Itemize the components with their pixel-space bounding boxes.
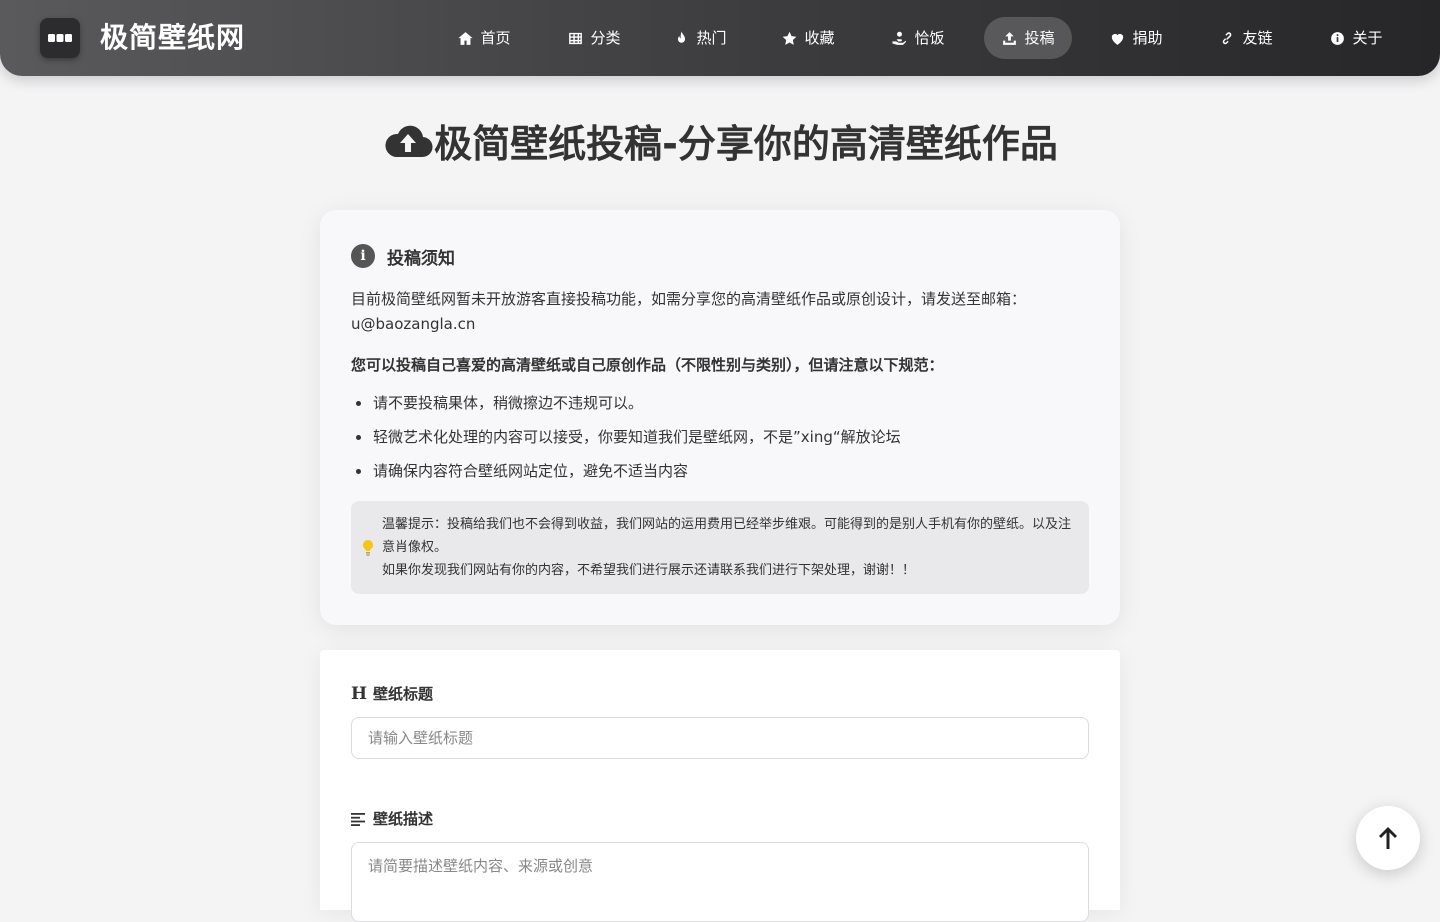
tip-line-1: 温馨提示：投稿给我们也不会得到收益，我们网站的运用费用已经举步维艰。可能得到的是… (382, 517, 1072, 555)
rules-title: 您可以投稿自己喜爱的高清壁纸或自己原创作品（不限性别与类别），但请注意以下规范： (351, 356, 944, 374)
description-textarea[interactable] (351, 842, 1089, 922)
list-item: 请不要投稿果体，稍微擦边不违规可以。 (351, 389, 1091, 423)
arrow-up-icon (1379, 827, 1397, 849)
fire-icon (678, 30, 686, 43)
warm-tip-text: 温馨提示：投稿给我们也不会得到收益，我们网站的运用费用已经举步维艰。可能得到的是… (382, 513, 1077, 582)
tip-line-2: 如果你发现我们网站有你的内容，不希望我们进行展示还请联系我们进行下架处理，谢谢！… (382, 563, 916, 578)
lightbulb-icon (363, 540, 373, 556)
site-logo-text[interactable]: 极简壁纸网 (100, 20, 245, 56)
contact-email[interactable]: u@baozangla.cn (351, 315, 475, 333)
nav-item-favorites[interactable]: 收藏 (764, 17, 852, 59)
nav-item-home[interactable]: 首页 (440, 17, 528, 59)
back-to-top-button[interactable] (1356, 806, 1420, 870)
nav-item-label: 关于 (1352, 29, 1383, 47)
nav-item-label: 恰饭 (914, 29, 945, 47)
nav-item-label: 投稿 (1024, 29, 1055, 47)
title-input[interactable] (351, 717, 1089, 759)
info-icon (1331, 31, 1345, 45)
nav-item-sponsor[interactable]: 恰饭 (874, 17, 962, 59)
upload-icon (1003, 31, 1017, 45)
list-item: 请确保内容符合壁纸网站定位，避免不适当内容 (351, 457, 1091, 491)
submission-notice-card: i 投稿须知 目前极简壁纸网暂未开放游客直接投稿功能，如需分享您的高清壁纸作品或… (320, 210, 1120, 625)
info-icon: i (351, 244, 375, 268)
logo-icon[interactable] (40, 18, 80, 58)
notice-heading-text: 投稿须知 (387, 248, 455, 269)
notice-heading: i 投稿须知 (351, 244, 455, 269)
description-field-label: 壁纸描述 (351, 808, 433, 830)
list-item: 轻微艺术化处理的内容可以接受，你要知道我们是壁纸网，不是”xing“解放论坛 (351, 423, 1091, 457)
submission-form: H 壁纸标题 壁纸描述 (320, 650, 1120, 922)
nav-item-label: 首页 (480, 29, 511, 47)
nav-item-label: 友链 (1242, 29, 1273, 47)
rules-list: 请不要投稿果体，稍微擦边不违规可以。 轻微艺术化处理的内容可以接受，你要知道我们… (351, 389, 1091, 491)
warm-tip-box: 温馨提示：投稿给我们也不会得到收益，我们网站的运用费用已经举步维艰。可能得到的是… (351, 501, 1089, 594)
notice-intro: 目前极简壁纸网暂未开放游客直接投稿功能，如需分享您的高清壁纸作品或原创设计，请发… (351, 287, 1091, 337)
heading-icon: H (351, 684, 368, 704)
page-title: 极简壁纸投稿-分享你的高清壁纸作品 (0, 112, 1440, 168)
description-label-text: 壁纸描述 (373, 810, 434, 828)
title-field-label: H 壁纸标题 (351, 683, 433, 705)
link-icon (1223, 31, 1232, 44)
nav-item-about[interactable]: 关于 (1312, 17, 1400, 59)
grid-icon (569, 32, 583, 44)
nav-item-label: 热门 (696, 29, 727, 47)
title-label-text: 壁纸标题 (373, 685, 434, 703)
star-icon (783, 31, 797, 45)
nav-item-categories[interactable]: 分类 (550, 17, 638, 59)
hand-icon (892, 31, 907, 45)
nav-item-label: 收藏 (804, 29, 835, 47)
align-left-icon (351, 813, 365, 826)
page-title-text: 极简壁纸投稿-分享你的高清壁纸作品 (434, 121, 1058, 166)
top-navbar: 极简壁纸网 首页 分类 热门 收藏 恰饭 投稿 捐助 友链 关于 (0, 0, 1440, 76)
cloud-upload-icon (385, 125, 433, 158)
nav-item-links[interactable]: 友链 (1202, 17, 1290, 59)
home-icon (458, 31, 474, 45)
nav-item-label: 分类 (590, 29, 621, 47)
nav-item-donate[interactable]: 捐助 (1092, 17, 1180, 59)
nav-item-hot[interactable]: 热门 (656, 17, 744, 59)
nav-item-submit[interactable]: 投稿 (984, 17, 1072, 59)
nav-item-label: 捐助 (1132, 29, 1163, 47)
heart-icon (1112, 33, 1124, 45)
notice-intro-text: 目前极简壁纸网暂未开放游客直接投稿功能，如需分享您的高清壁纸作品或原创设计，请发… (351, 290, 1027, 308)
